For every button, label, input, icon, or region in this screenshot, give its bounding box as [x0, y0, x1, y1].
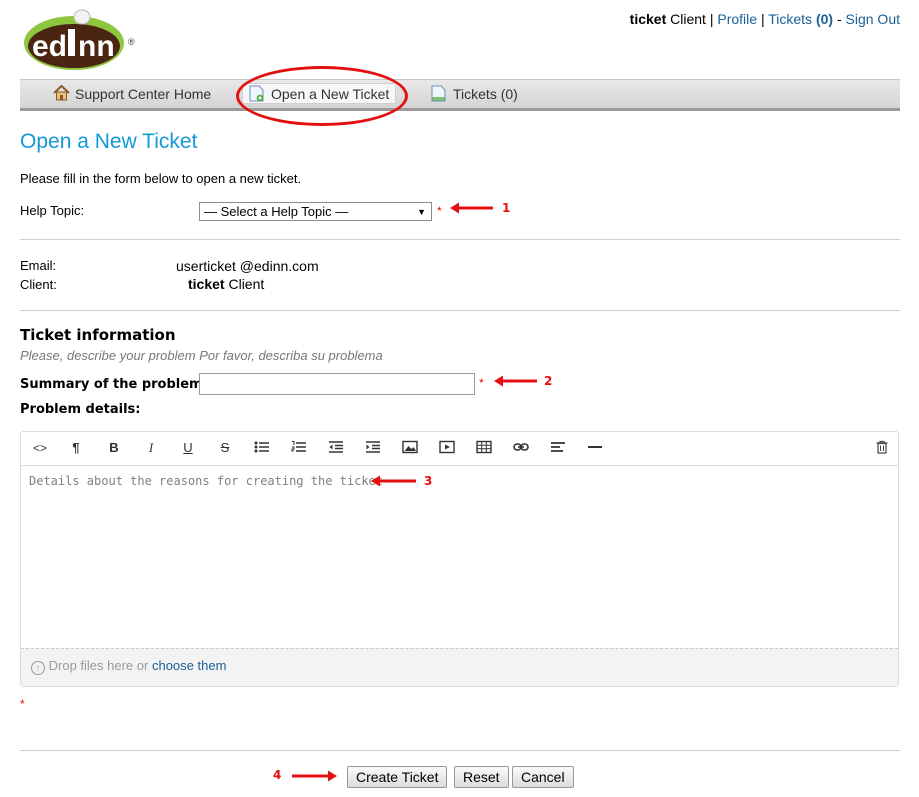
separator: |: [760, 11, 765, 27]
annotation-arrow-2: [494, 375, 537, 387]
details-label: Problem details:: [20, 402, 141, 417]
help-topic-selected-value: — Select a Help Topic —: [204, 204, 349, 219]
nav-label: Open a New Ticket: [271, 85, 390, 102]
nav-label: Support Center Home: [75, 85, 212, 102]
upload-icon: ↑: [31, 661, 45, 675]
client-name-bold: ticket: [188, 276, 225, 292]
divider: [20, 310, 900, 311]
divider: [20, 239, 900, 240]
edinn-logo: ed nn ®: [22, 5, 142, 75]
create-ticket-button[interactable]: Create Ticket: [347, 766, 448, 788]
rich-text-editor: <> ¶ B I U S Details about the reasons f…: [20, 431, 899, 687]
paragraph-icon[interactable]: ¶: [66, 440, 86, 456]
nav-support-center-home[interactable]: Support Center Home: [53, 84, 212, 102]
home-icon: [53, 84, 70, 102]
user-bar: ticket Client | Profile | Tickets (0) - …: [630, 11, 900, 27]
summary-input[interactable]: [199, 373, 475, 395]
username: ticket: [629, 11, 667, 27]
align-left-icon[interactable]: [548, 440, 568, 456]
tickets-link-label: Tickets: [768, 11, 813, 27]
required-mark: *: [20, 697, 25, 711]
horizontal-rule-icon[interactable]: [585, 440, 605, 456]
nav-label: Tickets (0): [453, 85, 518, 102]
video-icon[interactable]: [437, 440, 457, 456]
help-topic-select[interactable]: — Select a Help Topic — ▼: [199, 202, 432, 221]
cancel-button[interactable]: Cancel: [512, 766, 574, 788]
trash-icon[interactable]: [872, 440, 892, 456]
annotation-arrow-4: [292, 770, 337, 782]
tickets-link[interactable]: Tickets (0): [768, 11, 833, 27]
drop-text: Drop files here or: [48, 658, 149, 673]
table-icon[interactable]: [474, 440, 494, 456]
image-icon[interactable]: [400, 440, 420, 456]
outdent-icon[interactable]: [326, 440, 346, 456]
underline-icon[interactable]: U: [178, 440, 198, 456]
annotation-number-4: 4: [273, 768, 282, 782]
bold-icon[interactable]: B: [104, 440, 124, 456]
username-client: Client: [670, 11, 706, 27]
details-textarea[interactable]: Details about the reasons for creating t…: [23, 468, 895, 647]
unordered-list-icon[interactable]: [252, 440, 272, 456]
nav-open-new-ticket[interactable]: Open a New Ticket: [242, 83, 397, 104]
section-title: Ticket information: [20, 326, 176, 344]
email-value: userticket @edinn.com: [176, 258, 319, 274]
ordered-list-icon[interactable]: [289, 440, 309, 456]
svg-text:nn: nn: [78, 30, 115, 63]
client-name-rest: Client: [228, 276, 265, 292]
client-label: Client:: [20, 277, 57, 292]
page-title: Open a New Ticket: [20, 130, 198, 153]
dash: -: [836, 11, 842, 27]
dropdown-caret-icon: ▼: [417, 207, 426, 217]
help-topic-label: Help Topic:: [20, 203, 85, 218]
nav-bar: Support Center Home Open a New Ticket Ti…: [20, 79, 900, 111]
profile-link[interactable]: Profile: [717, 11, 757, 27]
summary-label: Summary of the problem:: [20, 377, 208, 392]
tickets-count: (0): [815, 11, 834, 27]
nav-tickets[interactable]: Tickets (0): [431, 85, 518, 102]
reset-button[interactable]: Reset: [454, 766, 509, 788]
file-dropzone[interactable]: ↑ Drop files here or choose them: [21, 648, 898, 686]
strikethrough-icon[interactable]: S: [215, 440, 235, 456]
html-icon[interactable]: <>: [30, 440, 50, 456]
indent-icon[interactable]: [363, 440, 383, 456]
svg-text:ed: ed: [32, 30, 67, 63]
annotation-number-3: 3: [424, 474, 433, 488]
sign-out-link[interactable]: Sign Out: [846, 11, 900, 27]
annotation-arrow-3: [371, 475, 416, 487]
new-ticket-icon: [249, 85, 265, 102]
tickets-icon: [431, 85, 447, 102]
email-label: Email:: [20, 258, 57, 273]
separator: |: [709, 11, 714, 27]
link-icon[interactable]: [511, 440, 531, 456]
italic-icon[interactable]: I: [141, 440, 161, 456]
intro-text: Please fill in the form below to open a …: [20, 171, 302, 186]
required-mark: *: [437, 204, 442, 218]
annotation-arrow-1: [450, 202, 493, 214]
editor-toolbar: <> ¶ B I U S: [21, 432, 898, 466]
section-subtitle: Please, describe your problem Por favor,…: [20, 348, 383, 363]
annotation-number-1: 1: [502, 201, 511, 215]
divider: [20, 750, 900, 751]
required-mark: *: [479, 376, 484, 390]
client-value: ticket Client: [188, 276, 264, 292]
details-placeholder: Details about the reasons for creating t…: [29, 474, 384, 488]
choose-files-link[interactable]: choose them: [152, 658, 226, 673]
svg-text:®: ®: [128, 37, 135, 47]
annotation-number-2: 2: [544, 374, 553, 388]
